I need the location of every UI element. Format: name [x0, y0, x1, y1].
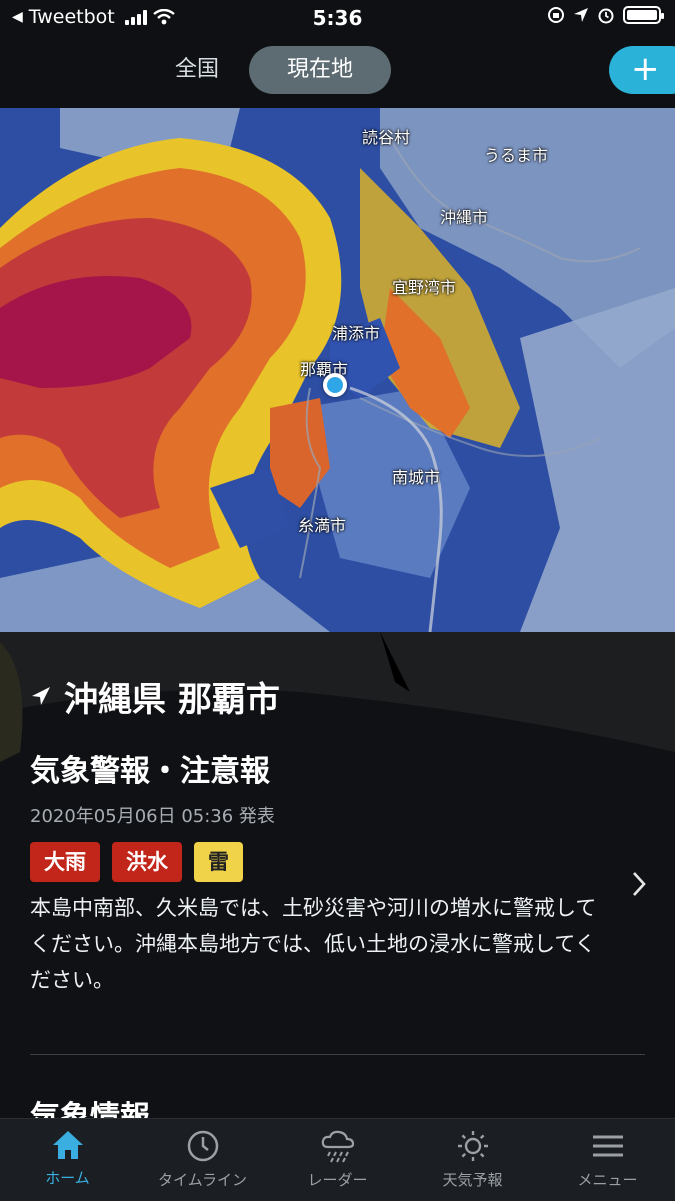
- divider: [30, 1054, 645, 1055]
- menu-icon: [592, 1135, 623, 1157]
- map-label-ginowan: 宜野湾市: [392, 278, 457, 297]
- badge-flood: 洪水: [112, 842, 182, 882]
- tab-forecast-label: 天気予報: [442, 1171, 503, 1189]
- warnings-title: 気象警報・注意報: [30, 754, 270, 789]
- tab-home-label: ホーム: [45, 1169, 90, 1187]
- warning-description: 本島中南部、久米島では、土砂災害や河川の増水に警戒してください。沖縄本島地方では…: [30, 896, 597, 992]
- tab-current-location[interactable]: 現在地: [249, 46, 392, 94]
- clock-icon: [187, 1130, 218, 1162]
- badge-thunder: 雷: [194, 842, 243, 882]
- tab-forecast[interactable]: 天気予報: [405, 1119, 540, 1201]
- bottom-tab-bar: ホーム タイムライン レーダー 天気予報 メニュー: [0, 1118, 675, 1201]
- warning-card[interactable]: 沖縄県 那覇市 気象警報・注意報 2020年05月06日 05:36 発表 大雨…: [30, 670, 650, 998]
- tab-radar-label: レーダー: [307, 1171, 368, 1189]
- map-label-urasoe: 浦添市: [332, 324, 381, 343]
- tab-timeline[interactable]: タイムライン: [135, 1119, 270, 1201]
- home-icon: [52, 1131, 83, 1159]
- map-label-uruma: うるま市: [484, 146, 549, 165]
- tab-menu-label: メニュー: [577, 1171, 638, 1189]
- map-label-okinawa: 沖縄市: [440, 208, 489, 227]
- map-label-nanjo: 南城市: [392, 468, 441, 487]
- badge-heavy-rain: 大雨: [30, 842, 100, 882]
- tab-nationwide[interactable]: 全国: [155, 46, 239, 94]
- tab-menu[interactable]: メニュー: [540, 1119, 675, 1201]
- tab-home[interactable]: ホーム: [0, 1119, 135, 1201]
- location-name: 沖縄県 那覇市: [64, 679, 280, 720]
- battery-icon: [623, 6, 664, 24]
- location-icon: [574, 8, 588, 22]
- status-bar: ◀ Tweetbot 5:36: [0, 0, 675, 36]
- rotation-lock-icon: [548, 7, 564, 23]
- rain-cloud-icon: [321, 1130, 354, 1163]
- add-location-button[interactable]: +: [609, 46, 675, 94]
- chevron-right-icon[interactable]: [631, 870, 647, 905]
- alarm-icon: [598, 8, 614, 24]
- issued-time: 2020年05月06日 05:36 発表: [30, 806, 275, 827]
- map-label-yomitan: 読谷村: [362, 128, 411, 147]
- location-title: 沖縄県 那覇市: [30, 670, 650, 722]
- tab-timeline-label: タイムライン: [158, 1171, 247, 1189]
- sun-icon: [457, 1131, 488, 1161]
- region-tabs: 全国 現在地: [155, 46, 392, 94]
- tab-radar[interactable]: レーダー: [270, 1119, 405, 1201]
- radar-map[interactable]: 読谷村 うるま市 沖縄市 宜野湾市 浦添市 那覇市 南城市 糸満市: [0, 108, 675, 632]
- warning-badges: 大雨 洪水 雷: [30, 842, 650, 882]
- location-arrow-icon: [32, 687, 50, 705]
- current-location-marker: [323, 373, 347, 397]
- map-label-itoman: 糸満市: [298, 516, 347, 535]
